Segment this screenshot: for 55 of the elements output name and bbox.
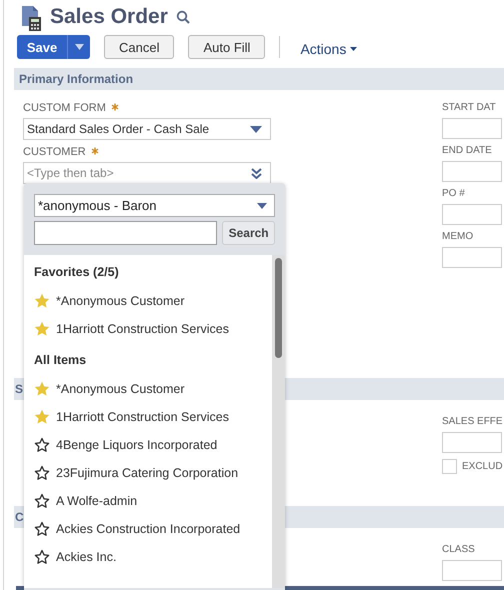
list-item[interactable]: 23Fujimura Catering Corporation	[56, 466, 238, 480]
star-icon[interactable]	[34, 321, 50, 337]
cancel-button[interactable]: Cancel	[104, 35, 174, 59]
group-heading: All Items	[34, 352, 88, 369]
dropdown-arrow-icon	[257, 202, 267, 208]
page-title: Sales Order	[50, 5, 168, 29]
star-icon[interactable]	[34, 381, 50, 397]
document-calculator-icon	[20, 5, 42, 31]
caret-icon	[350, 47, 358, 51]
section-header: Primary Information	[14, 68, 504, 90]
group-heading: Favorites (2/5)	[34, 264, 120, 281]
list-item[interactable]: *Anonymous Customer	[56, 294, 185, 308]
double-chevron-icon	[251, 168, 262, 178]
dropdown-arrow-icon	[250, 126, 262, 132]
list-item[interactable]: 4Benge Liquors Incorporated	[56, 438, 218, 452]
search-icon	[176, 10, 190, 24]
field-label: END DATE	[442, 145, 492, 156]
input-field[interactable]	[442, 118, 502, 139]
save-menu-button[interactable]	[67, 35, 90, 59]
scrollbar[interactable]	[272, 255, 285, 588]
customer-field[interactable]: <Type then tab>	[23, 162, 271, 184]
list-item[interactable]: *Anonymous Customer	[56, 382, 185, 396]
filter-select[interactable]: *anonymous - Baron	[34, 194, 275, 217]
field-label: CUSTOM FORM	[23, 102, 106, 114]
field-label: CUSTOMER	[23, 146, 86, 158]
search-button[interactable]: Search	[222, 221, 275, 245]
field-label: SALES EFFE	[442, 416, 503, 427]
list-item[interactable]: A Wolfe-admin	[56, 494, 138, 508]
caret-icon	[74, 44, 84, 50]
checkbox-label: EXCLUD	[462, 461, 503, 472]
star-icon[interactable]	[34, 409, 50, 425]
field-label: MEMO	[442, 231, 474, 242]
save-button[interactable]: Save	[17, 35, 67, 59]
list-item[interactable]: 1Harriott Construction Services	[56, 410, 229, 424]
actions-menu[interactable]: Actions	[300, 41, 358, 57]
star-outline-icon[interactable]	[34, 549, 50, 565]
auto-fill-button[interactable]: Auto Fill	[188, 35, 266, 59]
search-field[interactable]	[34, 221, 218, 245]
field-label: PO #	[442, 188, 465, 199]
input-field[interactable]	[442, 204, 502, 225]
star-outline-icon[interactable]	[34, 521, 50, 537]
star-outline-icon[interactable]	[34, 465, 50, 481]
input-field[interactable]	[442, 432, 502, 453]
list-item[interactable]: Ackies Inc.	[56, 550, 116, 564]
field-label: START DAT	[442, 102, 496, 113]
select-field[interactable]: Standard Sales Order - Cash Sale	[23, 118, 271, 140]
list-item[interactable]: 1Harriott Construction Services	[56, 322, 229, 336]
input-field[interactable]	[442, 560, 502, 581]
star-icon[interactable]	[34, 293, 50, 309]
star-outline-icon[interactable]	[34, 437, 50, 453]
checkbox[interactable]	[442, 459, 457, 474]
input-field[interactable]	[442, 161, 502, 182]
input-field[interactable]	[442, 247, 502, 268]
star-outline-icon[interactable]	[34, 493, 50, 509]
field-label: CLASS	[442, 544, 475, 555]
